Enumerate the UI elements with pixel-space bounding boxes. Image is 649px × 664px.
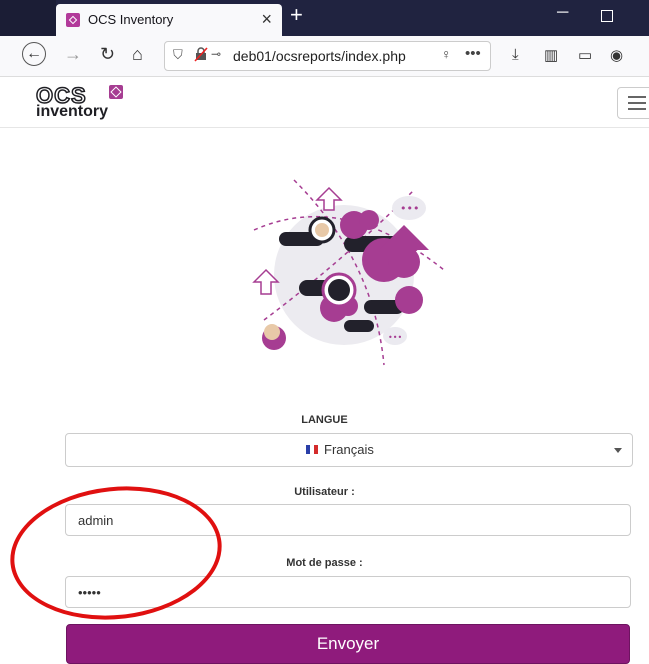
france-flag-icon (306, 445, 318, 454)
hamburger-line (628, 108, 646, 110)
insecure-lock-icon[interactable] (193, 46, 209, 65)
chevron-down-icon (614, 448, 622, 453)
language-label: LANGUE (301, 414, 348, 426)
tab-strip-left (0, 0, 56, 36)
browser-tab[interactable]: OCS Inventory × (56, 4, 282, 36)
browser-toolbar: ← → ↻ ⌂ ⛉ ⊸ deb01/ocsreports/index.php ♀… (0, 36, 649, 77)
browser-tab-bar: OCS Inventory × + ─ (0, 0, 649, 36)
new-tab-button[interactable]: + (290, 2, 303, 28)
user-label: Utilisateur : (294, 486, 355, 498)
url-text[interactable]: deb01/ocsreports/index.php (233, 48, 406, 64)
key-icon[interactable]: ⊸ (211, 47, 221, 61)
home-icon[interactable]: ⌂ (132, 44, 143, 65)
svg-text:•••: ••• (400, 202, 419, 215)
hamburger-line (628, 96, 646, 98)
tab-favicon-icon (66, 13, 80, 27)
reload-icon[interactable]: ↻ (100, 44, 115, 65)
hamburger-menu-button[interactable] (617, 87, 649, 119)
download-icon[interactable]: ⤓ (512, 46, 519, 63)
logo-inventory[interactable]: inventory (36, 103, 108, 121)
maximize-window-button[interactable] (601, 10, 613, 22)
page-actions-icon[interactable]: ••• (465, 45, 481, 62)
url-bar[interactable]: ⛉ ⊸ deb01/ocsreports/index.php ♀ ••• (164, 41, 491, 71)
login-illustration: ••• ••• (252, 179, 445, 366)
submit-button[interactable]: Envoyer (66, 624, 630, 664)
password-input[interactable] (65, 576, 631, 608)
username-input[interactable] (65, 504, 631, 536)
password-label: Mot de passe : (286, 557, 363, 569)
language-value: Français (324, 442, 374, 457)
back-icon[interactable]: ← (22, 42, 46, 66)
logo-badge-icon (109, 85, 123, 99)
forward-icon[interactable]: → (64, 44, 82, 65)
close-tab-icon[interactable]: × (261, 9, 272, 30)
sidebar-icon[interactable]: ▭ (578, 46, 592, 64)
language-select[interactable]: Français (65, 433, 633, 467)
site-header: OCS inventory (0, 77, 649, 128)
account-icon[interactable]: ◉ (610, 46, 623, 64)
tab-title: OCS Inventory (88, 12, 174, 27)
svg-text:•••: ••• (388, 333, 402, 342)
shield-icon[interactable]: ⛉ (173, 47, 183, 63)
bulb-icon[interactable]: ♀ (441, 46, 452, 62)
minimize-window-button[interactable]: ─ (557, 4, 568, 22)
hamburger-line (628, 102, 646, 104)
library-icon[interactable]: ▥ (544, 46, 558, 64)
